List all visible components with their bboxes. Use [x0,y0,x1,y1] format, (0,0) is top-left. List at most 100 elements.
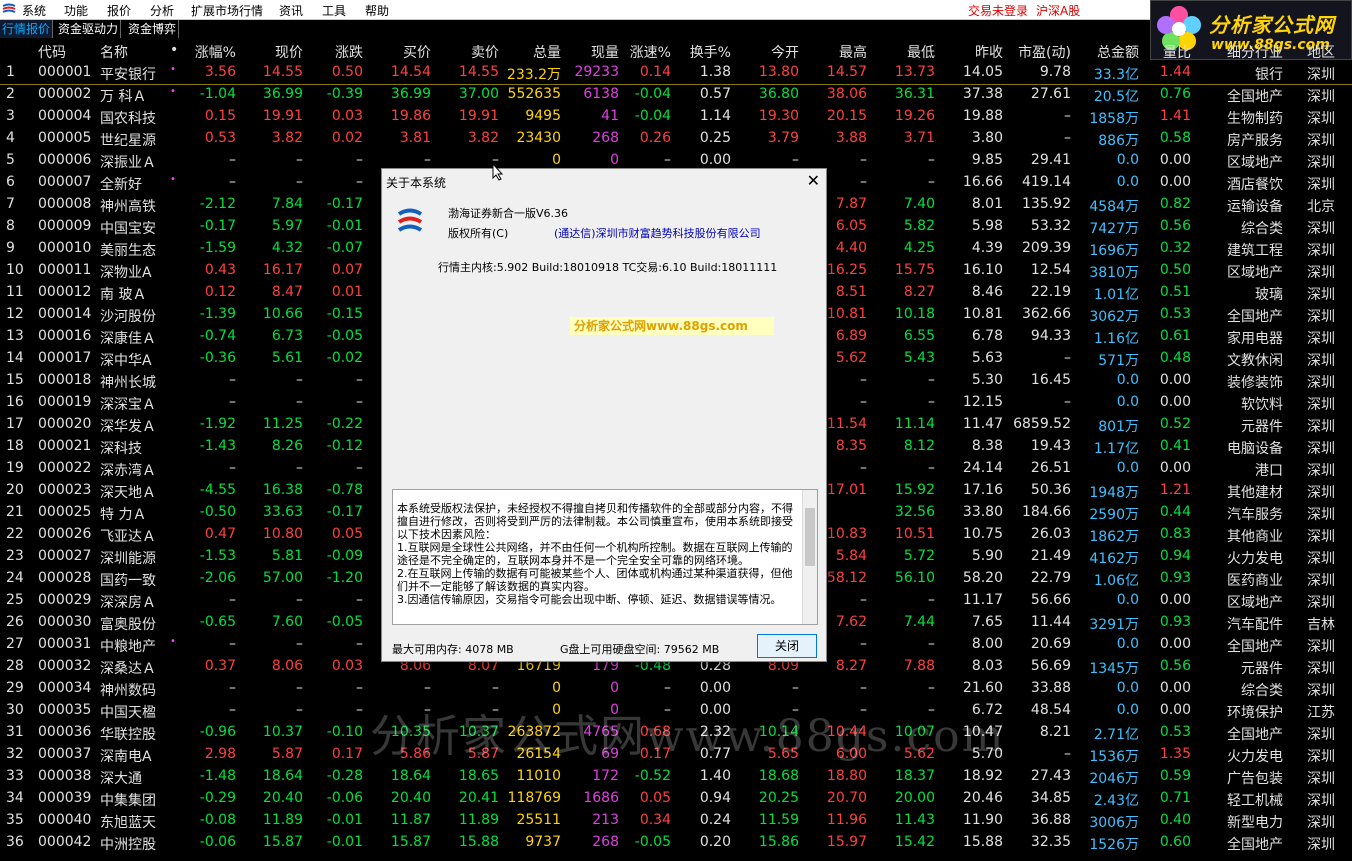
table-row[interactable]: 4 000005 世纪星源 0.53 3.82 0.02 3.81 3.82 23430 268 0… [0,128,1352,150]
column-header[interactable]: 买价 [367,42,431,62]
column-header[interactable]: 地区 [1287,42,1335,62]
column-header[interactable]: 总金额 [1075,42,1139,62]
cell-ind: 医药商业 [1227,573,1283,589]
cell-chg: 0.01 [331,284,363,300]
column-header[interactable]: 最高 [803,42,867,62]
cell-low: – [928,460,935,476]
trade-login-status[interactable]: 交易未登录 [968,2,1028,19]
column-header[interactable]: 现量 [565,42,619,62]
cell-pct: 3.56 [204,64,236,80]
column-header[interactable]: 细分行业 [1195,42,1283,62]
notice-scrollbar[interactable] [802,490,817,624]
cell-name: 深圳能源 [100,551,156,567]
cell-pe: 53.32 [1030,218,1071,234]
cell-reg: 深圳 [1307,353,1335,369]
cell-ind: 环境保护 [1227,705,1283,721]
column-header[interactable]: 名称 [100,42,166,62]
cell-price: 8.26 [271,438,303,454]
cell-dot: • [170,174,176,185]
column-header[interactable]: 涨跌 [307,42,363,62]
cell-cur: 41 [601,108,619,124]
close-icon[interactable]: ✕ [807,171,820,190]
close-button[interactable]: 关闭 [757,634,817,658]
cell-idx: 19 [6,460,24,476]
cell-pct: -0.08 [199,812,236,828]
column-header[interactable]: 现价 [240,42,303,62]
column-header[interactable]: 涨幅% [186,42,236,62]
cell-vr: 0.53 [1159,306,1191,322]
menu-extended-market[interactable]: 扩展市场行情 [191,2,263,19]
cell-vr: 0.56 [1159,218,1191,234]
cell-dot [170,812,182,832]
cell-idx: 25 [6,592,24,608]
cell-price: 8.47 [271,284,303,300]
notice-textbox[interactable]: 本系统受版权法保护，未经授权不得擅自拷贝和传播软件的全部或部分内容，不得擅自进行… [392,489,818,625]
cell-pct: – [229,394,236,410]
cell-idx: 2 [6,86,15,102]
cell-ind: 汽车配件 [1227,617,1283,633]
menu-analysis[interactable]: 分析 [150,2,174,19]
column-header[interactable]: 市盈(动) [1007,42,1071,62]
cell-pe: – [1064,130,1071,146]
column-header[interactable]: 卖价 [435,42,499,62]
column-header[interactable]: • [170,42,182,62]
menu-info[interactable]: 资讯 [279,2,303,19]
table-row[interactable]: 3 000004 国农科技 0.15 19.91 0.03 19.86 19.91 9495 41… [0,106,1352,128]
column-header[interactable]: 代码 [38,42,94,62]
cell-pct: 0.43 [204,262,236,278]
column-header[interactable]: 量比 [1143,42,1191,62]
column-header[interactable]: 昨收 [939,42,1003,62]
scrollbar-thumb[interactable] [805,508,815,566]
tab-capital-game[interactable]: 资金博弈 [126,20,180,38]
menu-help[interactable]: 帮助 [365,2,389,19]
table-row[interactable]: 35 000040 东旭蓝天 -0.08 11.89 -0.01 11.87 11.89 255… [0,810,1352,832]
column-header[interactable]: 今开 [735,42,799,62]
menu-function[interactable]: 功能 [64,2,88,19]
cell-price: 57.00 [262,570,303,586]
cell-ind: 轻工机械 [1227,793,1283,809]
cell-chg: – [356,372,363,388]
cell-code: 000027 [38,548,92,564]
table-row[interactable]: 36 000042 中洲控股 -0.06 15.87 -0.01 15.87 15.88 973… [0,832,1352,854]
table-row[interactable]: 33 000038 深大通 -1.48 18.64 -0.28 18.64 18.65 1101… [0,766,1352,788]
cell-idx: 7 [6,196,15,212]
column-header[interactable]: 总量 [503,42,561,62]
cell-reg: 深圳 [1307,287,1335,303]
cell-buy: 20.40 [390,790,431,806]
market-selector[interactable]: 沪深A股 [1036,2,1080,19]
column-header[interactable]: 最低 [871,42,935,62]
table-row[interactable]: 34 000039 中集集团 -0.29 20.40 -0.06 20.40 20.41 118… [0,788,1352,810]
table-row[interactable]: 29 000034 神州数码 – – – – – 0 0 – 0.00 – – – 21.60 33.88 0.0… [0,678,1352,700]
cell-open: 36.80 [758,86,799,102]
cell-pe: 34.85 [1030,790,1071,806]
cell-idx: 18 [6,438,24,454]
cell-price: 8.06 [271,658,303,674]
cell-price: – [296,702,303,718]
cell-turn: 1.40 [699,768,731,784]
table-row[interactable]: 1 000001 平安银行 • 3.56 14.55 0.50 14.54 14.55 233.2… [0,62,1352,85]
cell-chg: -0.07 [326,240,363,256]
cell-amt: 2046万 [1089,771,1139,787]
column-header[interactable]: 涨速% [623,42,671,62]
cell-prev: 58.20 [962,570,1003,586]
cell-chg: 0.03 [331,108,363,124]
cell-ind: 其他商业 [1227,529,1283,545]
tab-capital-drive[interactable]: 资金驱动力 [56,20,122,38]
cell-pct: -4.55 [199,482,236,498]
column-header[interactable]: 换手% [675,42,731,62]
company-link[interactable]: (通达信)深圳市财富趋势科技股份有限公司 [554,225,761,241]
tab-quote[interactable]: 行情报价 [0,20,54,38]
menu-tools[interactable]: 工具 [322,2,346,19]
cell-price: 4.32 [271,240,303,256]
menu-quote[interactable]: 报价 [107,2,131,19]
menu-system[interactable]: 系统 [22,2,46,19]
cell-ind: 全国地产 [1227,727,1283,743]
cell-pct: 0.15 [204,108,236,124]
cell-open: 3.79 [767,130,799,146]
cell-prev: 19.88 [962,108,1003,124]
cell-pe: 22.19 [1030,284,1071,300]
table-row[interactable]: 2 000002 万 科Ａ • -1.04 36.99 -0.39 36.99 37.00 552… [0,84,1352,106]
cell-pe: 50.36 [1030,482,1071,498]
cell-vol: 0 [552,680,561,696]
cell-name: 南 玻Ａ [100,287,147,303]
